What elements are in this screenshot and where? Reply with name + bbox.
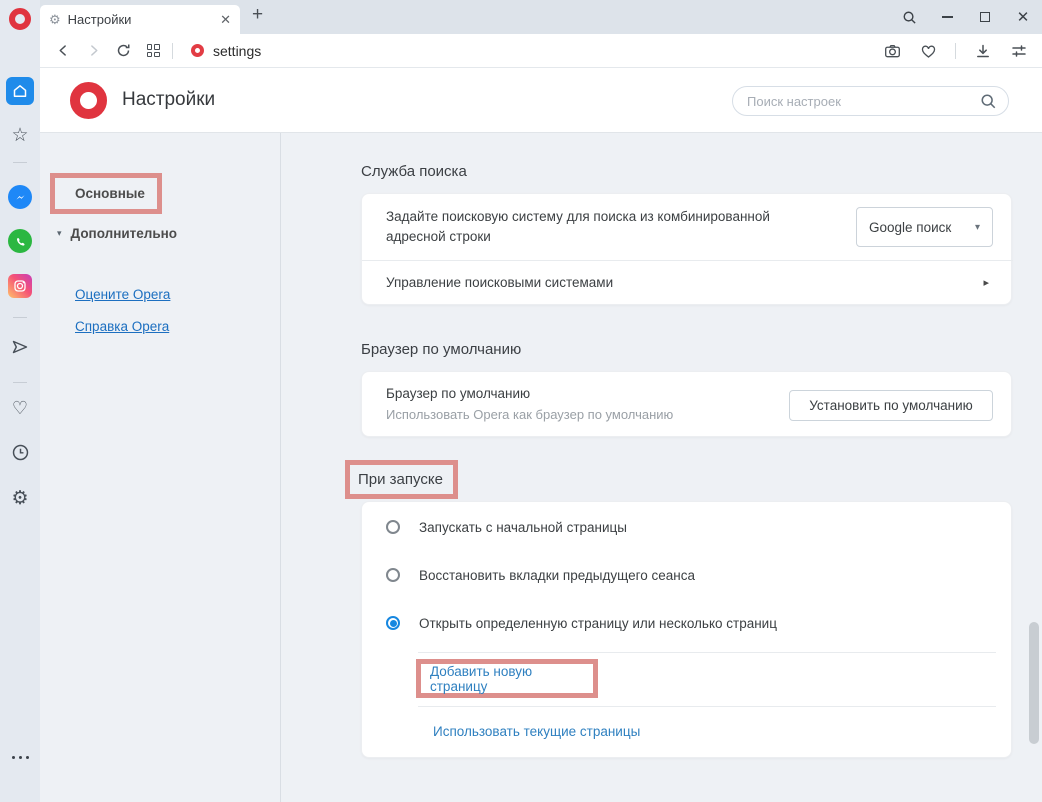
url-field[interactable]: settings xyxy=(213,43,261,59)
search-icon xyxy=(980,93,997,110)
default-browser-card: Браузер по умолчанию Использовать Opera … xyxy=(361,371,1012,437)
set-engine-text: Задайте поисковую систему для поиска из … xyxy=(386,209,770,244)
personal-news-heart-icon[interactable]: ♡ xyxy=(0,398,40,419)
window-maximize-button[interactable] xyxy=(966,12,1004,22)
settings-header: Настройки xyxy=(40,68,1042,133)
rate-opera-link[interactable]: Оцените Opera xyxy=(75,287,170,302)
new-tab-button[interactable]: + xyxy=(252,4,263,26)
instagram-icon[interactable] xyxy=(0,274,40,298)
tab-settings[interactable]: ⚙ Настройки ✕ xyxy=(40,5,240,34)
bookmark-heart-icon[interactable] xyxy=(915,43,941,60)
window-close-button[interactable]: ✕ xyxy=(1004,8,1042,26)
reload-button[interactable] xyxy=(108,43,138,58)
radio-unselected-icon[interactable] xyxy=(386,568,400,582)
startup-card: Запускать с начальной страницы Восстанов… xyxy=(361,501,1012,758)
settings-search-input[interactable] xyxy=(747,87,962,115)
send-to-device-icon[interactable] xyxy=(0,338,40,356)
sidebar-divider xyxy=(13,317,27,318)
address-bar: settings xyxy=(40,34,1042,68)
radio-unselected-icon[interactable] xyxy=(386,520,400,534)
snapshot-camera-icon[interactable] xyxy=(879,43,905,60)
settings-nav: Основные ▾ Дополнительно Оцените Opera С… xyxy=(40,133,281,802)
window-minimize-button[interactable] xyxy=(928,16,966,18)
toolbar-divider xyxy=(955,43,956,59)
startup-option-start-page[interactable]: Запускать с начальной страницы xyxy=(386,514,627,540)
sidebar-divider xyxy=(13,162,27,163)
nav-item-basic[interactable]: Основные xyxy=(75,186,145,201)
bookmarks-star-icon[interactable]: ☆ xyxy=(0,124,40,147)
home-icon xyxy=(6,77,34,105)
annotation-box-add-page: Добавить новую страницу xyxy=(416,659,598,698)
manage-search-engines-row[interactable]: Управление поисковыми системами ▸ xyxy=(386,260,989,305)
home-speed-dial-button[interactable] xyxy=(0,77,40,105)
opera-settings-logo-icon xyxy=(70,82,107,119)
easy-setup-sliders-icon[interactable] xyxy=(1006,43,1032,59)
forward-button[interactable] xyxy=(78,44,108,57)
default-browser-row-subtitle: Использовать Opera как браузер по умолча… xyxy=(386,407,674,422)
settings-search-box[interactable] xyxy=(732,86,1009,116)
help-opera-link[interactable]: Справка Opera xyxy=(75,319,169,334)
annotation-box-startup: При запуске xyxy=(345,460,458,499)
card-divider xyxy=(418,652,996,653)
nav-item-advanced[interactable]: ▾ Дополнительно xyxy=(57,226,177,241)
section-heading-startup: При запуске xyxy=(358,471,443,488)
back-button[interactable] xyxy=(48,44,78,57)
app-sidebar: ☆ ♡ ⚙ xyxy=(0,0,40,802)
opera-url-badge-icon xyxy=(191,44,204,57)
sidebar-overflow-icon[interactable] xyxy=(0,756,40,759)
section-heading-search-service: Служба поиска xyxy=(361,163,467,180)
chevron-right-icon: ▸ xyxy=(983,277,989,289)
annotation-box-basic: Основные xyxy=(50,173,162,214)
speed-dial-grid-icon[interactable] xyxy=(138,44,168,57)
page-title: Настройки xyxy=(122,89,216,110)
startup-option-open-specific[interactable]: Открыть определенную страницу или нескол… xyxy=(386,610,777,636)
tab-close-icon[interactable]: ✕ xyxy=(220,12,231,28)
set-default-button[interactable]: Установить по умолчанию xyxy=(789,390,993,421)
tab-search-icon[interactable] xyxy=(890,10,928,25)
tab-title: Настройки xyxy=(67,12,132,27)
sidebar-divider xyxy=(13,382,27,383)
history-clock-icon[interactable] xyxy=(0,443,40,462)
radio-selected-icon[interactable] xyxy=(386,616,400,630)
settings-body: Основные ▾ Дополнительно Оцените Opera С… xyxy=(40,133,1042,802)
search-service-card: Задайте поисковую систему для поиска из … xyxy=(361,193,1013,305)
card-divider xyxy=(418,706,996,707)
caret-down-icon: ▾ xyxy=(974,221,980,233)
search-engine-dropdown[interactable]: Google поиск ▾ xyxy=(856,207,993,247)
section-heading-default-browser: Браузер по умолчанию xyxy=(361,341,522,358)
default-browser-row-title: Браузер по умолчанию xyxy=(386,386,531,401)
toolbar-divider xyxy=(172,42,173,59)
messenger-icon[interactable] xyxy=(0,185,40,209)
opera-logo-icon xyxy=(9,8,31,30)
use-current-pages-link[interactable]: Использовать текущие страницы xyxy=(433,724,640,739)
tab-bar: ⚙ Настройки ✕ + ✕ xyxy=(40,0,1042,34)
whatsapp-icon[interactable] xyxy=(0,229,40,253)
search-engine-value: Google поиск xyxy=(869,219,952,235)
add-new-page-link[interactable]: Добавить новую страницу xyxy=(430,664,593,694)
downloads-icon[interactable] xyxy=(970,43,996,59)
scrollbar-thumb[interactable] xyxy=(1029,622,1039,744)
tab-gear-favicon: ⚙ xyxy=(49,12,61,27)
triangle-down-icon: ▾ xyxy=(57,228,62,238)
settings-gear-icon[interactable]: ⚙ xyxy=(0,487,40,510)
startup-option-restore-tabs[interactable]: Восстановить вкладки предыдущего сеанса xyxy=(386,562,695,588)
